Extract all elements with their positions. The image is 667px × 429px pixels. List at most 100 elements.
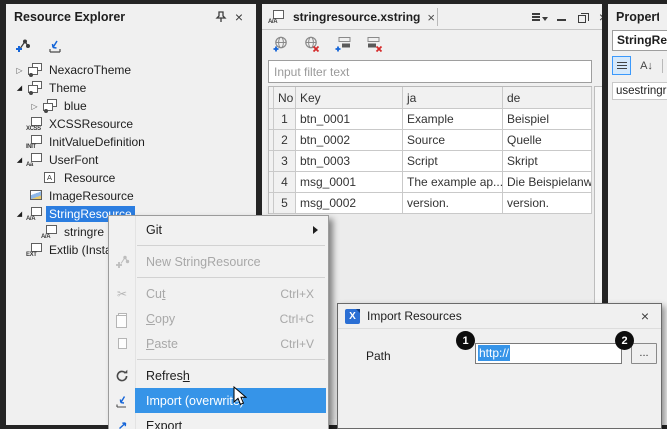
menu-separator — [137, 245, 325, 246]
path-input[interactable]: http:// — [475, 343, 622, 364]
tree-win-icon: EXT — [26, 243, 43, 257]
grid-cell[interactable]: btn_0002 — [296, 130, 403, 151]
grid-cell[interactable]: Beispiel — [503, 109, 592, 130]
tree-expanded-icon[interactable]: ◢ — [13, 156, 26, 164]
grid-cell[interactable]: Quelle — [503, 130, 592, 151]
properties-title: Properties — [616, 10, 659, 24]
tree-collapsed-icon[interactable]: ▷ — [28, 102, 41, 111]
tree-item-label: stringre — [61, 224, 107, 240]
grid-cell[interactable]: 2 — [274, 130, 296, 151]
menu-item-git[interactable]: Git — [109, 217, 328, 242]
string-grid: NoKeyjade1btn_0001ExampleBeispiel2btn_00… — [268, 86, 592, 214]
menu-item-shortcut: Ctrl+V — [280, 337, 326, 351]
menu-item-refresh[interactable]: Refresh — [109, 363, 328, 388]
grid-cell[interactable]: Script — [403, 151, 503, 172]
properties-toolbar: A↓ — [612, 56, 663, 75]
delete-language-icon[interactable] — [301, 33, 323, 55]
tabbar-separator — [437, 8, 438, 26]
tree-expanded-icon[interactable]: ◢ — [13, 84, 26, 92]
properties-toolbar-separator — [662, 59, 663, 73]
grid-row: 2btn_0002SourceQuelle — [269, 130, 592, 151]
tree-item-label: XCSSResource — [46, 116, 136, 132]
grid-cell[interactable]: Source — [403, 130, 503, 151]
refresh-icon — [109, 363, 135, 388]
tree-item-theme[interactable]: ◢ Theme — [6, 79, 256, 97]
dialog-close-icon[interactable]: × — [636, 307, 654, 325]
menu-item-label: Copy — [146, 312, 280, 326]
add-language-icon[interactable] — [270, 33, 292, 55]
categorized-view-icon[interactable] — [612, 56, 631, 75]
grid-column-header[interactable]: de — [503, 87, 592, 109]
import-resource-icon[interactable] — [44, 35, 66, 57]
menu-item-paste[interactable]: PasteCtrl+V — [109, 331, 328, 356]
minimize-icon[interactable] — [555, 11, 567, 23]
tree-win-icon: Aa — [26, 153, 43, 167]
delete-key-icon[interactable] — [363, 33, 385, 55]
tree-item-resource[interactable]: AResource — [6, 169, 256, 187]
pin-icon[interactable] — [212, 8, 230, 26]
tree-item-imageresource[interactable]: ImageResource — [6, 187, 256, 205]
menu-item-body: CutCtrl+X — [135, 281, 326, 306]
tree-collapsed-icon[interactable]: ▷ — [13, 66, 26, 75]
grid-column-header[interactable]: No — [274, 87, 296, 109]
grid-cell[interactable]: btn_0003 — [296, 151, 403, 172]
stringresource-file-icon: A/A — [268, 10, 285, 24]
menu-item-body: New StringResource — [135, 249, 326, 274]
resource-explorer-title: Resource Explorer — [14, 10, 212, 24]
tree-item-blue[interactable]: ▷ blue — [6, 97, 256, 115]
tab-stringresource-xstring[interactable]: A/A stringresource.xstring × — [268, 6, 437, 28]
menu-item-import-overwrite-[interactable]: Import (overwrite) — [109, 388, 328, 413]
menu-item-label: Export — [146, 419, 326, 429]
grid-cell[interactable]: 5 — [274, 193, 296, 214]
menu-item-label: Refresh — [146, 369, 326, 383]
menu-item-export[interactable]: Export — [109, 413, 328, 429]
grid-column-header[interactable]: ja — [403, 87, 503, 109]
grid-cell[interactable]: The example ap... — [403, 172, 503, 193]
tree-theme-icon — [26, 63, 43, 77]
menu-item-body: Export — [135, 413, 326, 429]
grid-cell[interactable]: msg_0001 — [296, 172, 403, 193]
tree-expanded-icon[interactable]: ◢ — [13, 210, 26, 218]
grid-cell[interactable]: Die Beispielanw... — [503, 172, 592, 193]
filter-input[interactable] — [268, 60, 592, 83]
tab-close-icon[interactable]: × — [425, 10, 437, 25]
property-name-cell[interactable]: usestringre — [612, 82, 667, 100]
dialog-titlebar[interactable]: X Import Resources × — [338, 304, 661, 329]
sort-alphabetical-icon[interactable]: A↓ — [637, 56, 656, 75]
properties-object-selector[interactable]: StringRes — [612, 30, 667, 51]
context-menu: GitNew StringResource✂CutCtrl+XCopyCtrl+… — [108, 215, 329, 429]
add-resource-icon[interactable] — [12, 35, 34, 57]
tree-item-userfont[interactable]: ◢AaUserFont — [6, 151, 256, 169]
tree-item-label: Resource — [61, 170, 118, 186]
grid-cell[interactable]: 1 — [274, 109, 296, 130]
menu-item-body: Git — [135, 217, 326, 242]
add-key-icon[interactable] — [332, 33, 354, 55]
tree-item-label: Theme — [46, 80, 89, 96]
copy-icon — [109, 306, 135, 331]
tree-item-xcssresource[interactable]: XCSSXCSSResource — [6, 115, 256, 133]
menu-item-new-stringresource[interactable]: New StringResource — [109, 249, 328, 274]
grid-cell[interactable]: 4 — [274, 172, 296, 193]
tree-item-label: blue — [61, 98, 90, 114]
tab-list-icon[interactable] — [534, 11, 546, 23]
editor-close-icon[interactable]: × — [597, 11, 602, 23]
browse-button[interactable]: ... — [631, 343, 657, 364]
tree-item-nexacrotheme[interactable]: ▷NexacroTheme — [6, 61, 256, 79]
menu-item-cut[interactable]: ✂CutCtrl+X — [109, 281, 328, 306]
grid-cell[interactable]: version. — [503, 193, 592, 214]
grid-cell[interactable]: Example — [403, 109, 503, 130]
restore-icon[interactable] — [576, 11, 588, 23]
menu-item-copy[interactable]: CopyCtrl+C — [109, 306, 328, 331]
tree-item-initvaluedefinition[interactable]: INITInitValueDefinition — [6, 133, 256, 151]
tree-item-label: UserFont — [46, 152, 101, 168]
grid-cell[interactable]: Skript — [503, 151, 592, 172]
grid-column-header[interactable]: Key — [296, 87, 403, 109]
paste-icon — [109, 331, 135, 356]
grid-cell[interactable]: msg_0002 — [296, 193, 403, 214]
grid-cell[interactable]: btn_0001 — [296, 109, 403, 130]
tree-item-label: InitValueDefinition — [46, 134, 148, 150]
grid-cell[interactable]: 3 — [274, 151, 296, 172]
grid-cell[interactable]: version. — [403, 193, 503, 214]
mouse-cursor-icon — [233, 386, 247, 412]
panel-close-icon[interactable]: × — [230, 8, 248, 26]
